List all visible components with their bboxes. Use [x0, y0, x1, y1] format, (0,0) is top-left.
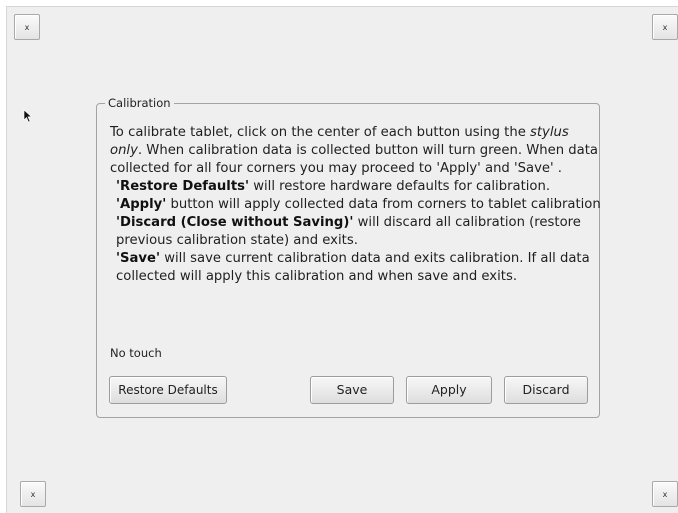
touch-status-label: No touch	[110, 346, 162, 360]
bottom-right-calibration-target[interactable]: x	[652, 481, 678, 507]
discard-description: 'Discard (Close without Saving)' will di…	[116, 215, 581, 248]
restore-defaults-button[interactable]: Restore Defaults	[109, 376, 227, 404]
restore-defaults-description: 'Restore Defaults' will restore hardware…	[116, 179, 551, 194]
top-left-calibration-target[interactable]: x	[14, 14, 40, 40]
apply-description: 'Apply' button will apply collected data…	[116, 197, 601, 212]
apply-button[interactable]: Apply	[406, 376, 492, 404]
intro-paragraph: To calibrate tablet, click on the center…	[110, 125, 598, 176]
calibration-group-title: Calibration	[108, 96, 171, 110]
mouse-pointer-icon	[23, 109, 33, 123]
top-right-calibration-target[interactable]: x	[652, 14, 678, 40]
discard-button[interactable]: Discard	[504, 376, 588, 404]
save-button[interactable]: Save	[310, 376, 394, 404]
bottom-left-calibration-target[interactable]: x	[20, 481, 46, 507]
save-description: 'Save' will save current calibration dat…	[116, 251, 590, 284]
calibration-instructions: To calibrate tablet, click on the center…	[110, 124, 602, 286]
